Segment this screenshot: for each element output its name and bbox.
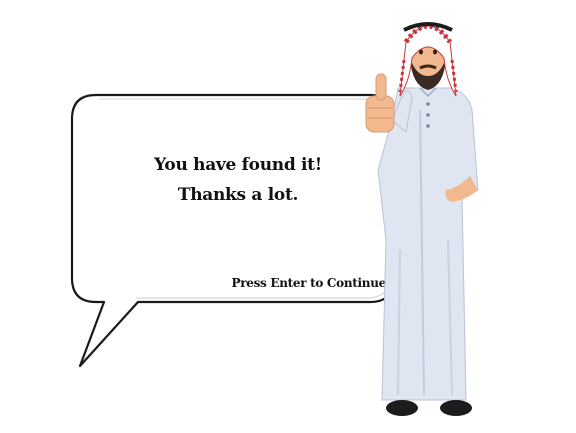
dialog-message: You have found it! Thanks a lot. (118, 150, 358, 210)
dialog-line-2: Thanks a lot. (177, 185, 299, 205)
arab-man-thumbs-up-icon (365, 22, 479, 416)
game-scene: You have found it! Thanks a lot. Press E… (0, 0, 576, 433)
dialog-line-1: You have found it! (154, 155, 322, 175)
